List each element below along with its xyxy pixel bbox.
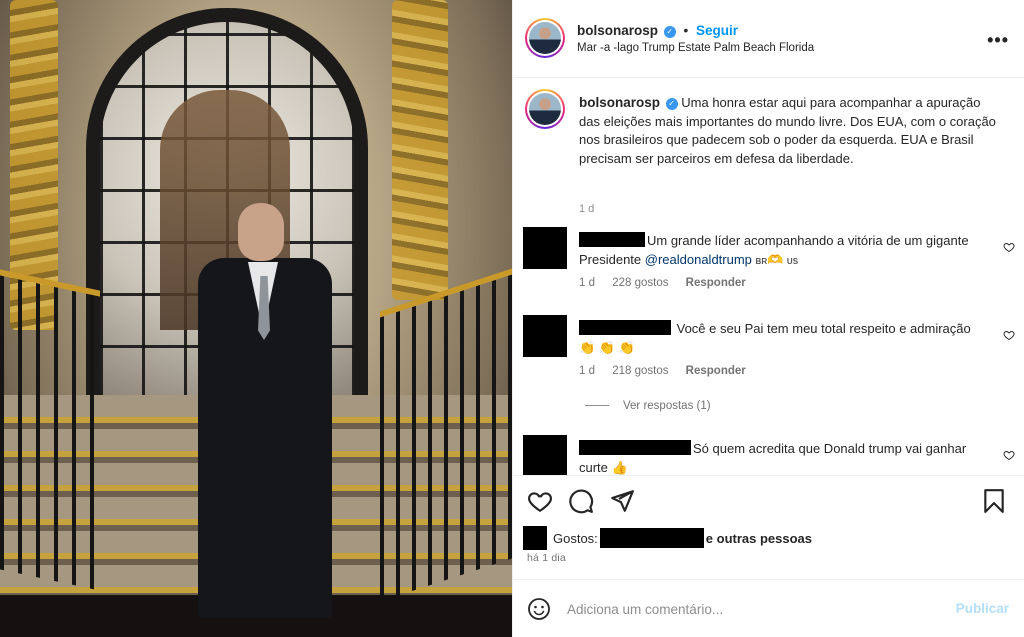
- likes-others-link[interactable]: e outras pessoas: [706, 531, 812, 546]
- redacted-username[interactable]: [579, 320, 671, 335]
- location-link[interactable]: Mar -a -lago Trump Estate Palm Beach Flo…: [577, 42, 814, 54]
- redacted-username[interactable]: [599, 528, 704, 548]
- comment-like-icon[interactable]: [1003, 241, 1015, 253]
- separator-dot: •: [683, 23, 689, 38]
- redacted-avatar[interactable]: [523, 435, 567, 475]
- likes-summary: Gostos: e outras pessoas: [523, 526, 812, 550]
- view-replies-button[interactable]: Ver respostas (1): [585, 400, 711, 412]
- view-replies-line: [585, 405, 609, 406]
- comment-likes[interactable]: 218 gostos: [612, 365, 668, 377]
- gold-ornament-right: [392, 0, 448, 300]
- comment-icon[interactable]: [568, 488, 594, 514]
- comment-text-block: Um grande líder acompanhando a vitória d…: [579, 231, 979, 271]
- comment-like-icon[interactable]: [1003, 449, 1015, 461]
- reply-button[interactable]: Responder: [686, 365, 746, 377]
- railing-left: [0, 269, 100, 591]
- publish-button[interactable]: Publicar: [956, 601, 1009, 616]
- more-options-icon[interactable]: •••: [987, 30, 1009, 51]
- comment-like-icon[interactable]: [1003, 329, 1015, 341]
- bookmark-icon[interactable]: [981, 488, 1007, 514]
- comments-scroll-area[interactable]: bolsonarosp ✓ Uma honra estar aqui para …: [513, 79, 1024, 475]
- header-user-line: bolsonarosp ✓ • Seguir: [577, 23, 738, 38]
- comment-meta: 1 d 218 gostos Responder: [579, 365, 760, 377]
- redacted-avatar[interactable]: [523, 526, 547, 550]
- view-replies-label: Ver respostas (1): [623, 400, 711, 412]
- comment-input[interactable]: [567, 598, 937, 620]
- post-actions: [513, 475, 1024, 527]
- follow-button[interactable]: Seguir: [696, 23, 738, 38]
- thumbs-up-emoji: 👍: [611, 460, 628, 475]
- share-icon[interactable]: [609, 488, 635, 514]
- verified-badge-icon: ✓: [665, 98, 678, 110]
- comment-time[interactable]: 1 d: [579, 277, 595, 289]
- heart-icon[interactable]: [527, 488, 553, 514]
- avatar[interactable]: [525, 18, 565, 58]
- post-header: bolsonarosp ✓ • Seguir Mar -a -lago Trum…: [513, 0, 1024, 78]
- railing-right: [380, 268, 512, 602]
- posted-time[interactable]: há 1 dia: [527, 552, 566, 564]
- redacted-avatar[interactable]: [523, 315, 567, 357]
- redacted-avatar[interactable]: [523, 227, 567, 269]
- clapping-emoji: 👏 👏 👏: [579, 340, 635, 355]
- username-link[interactable]: bolsonarosp: [577, 23, 658, 38]
- comment-time[interactable]: 1 d: [579, 365, 595, 377]
- emoji-icon[interactable]: [527, 597, 551, 621]
- heart-hands-emoji: 🫶: [767, 252, 784, 267]
- post-photo[interactable]: [0, 0, 512, 637]
- comment-meta: 1 d 228 gostos Responder: [579, 277, 760, 289]
- caption-avatar[interactable]: [525, 89, 565, 129]
- reply-button[interactable]: Responder: [686, 277, 746, 289]
- comment-text-block: Só quem acredita que Donald trump vai ga…: [579, 439, 979, 475]
- verified-badge-icon: ✓: [663, 26, 676, 38]
- redacted-username[interactable]: [579, 440, 691, 455]
- comment-text-block: Você e seu Pai tem meu total respeito e …: [579, 319, 979, 357]
- person-head: [238, 203, 284, 261]
- caption-text-block: bolsonarosp ✓ Uma honra estar aqui para …: [579, 94, 1003, 168]
- flag-us-icon: US: [786, 257, 799, 266]
- flag-br-icon: BR: [755, 257, 768, 266]
- mention-link[interactable]: @realdonaldtrump: [645, 252, 752, 267]
- redacted-username[interactable]: [579, 232, 645, 247]
- caption-username[interactable]: bolsonarosp: [579, 95, 660, 110]
- post-side-panel: bolsonarosp ✓ • Seguir Mar -a -lago Trum…: [512, 0, 1024, 637]
- comment-likes[interactable]: 228 gostos: [612, 277, 668, 289]
- add-comment-bar: Publicar: [513, 579, 1024, 637]
- comment-text: Você e seu Pai tem meu total respeito e …: [676, 321, 971, 336]
- caption-time[interactable]: 1 d: [579, 203, 594, 215]
- likes-prefix: Gostos:: [553, 531, 598, 546]
